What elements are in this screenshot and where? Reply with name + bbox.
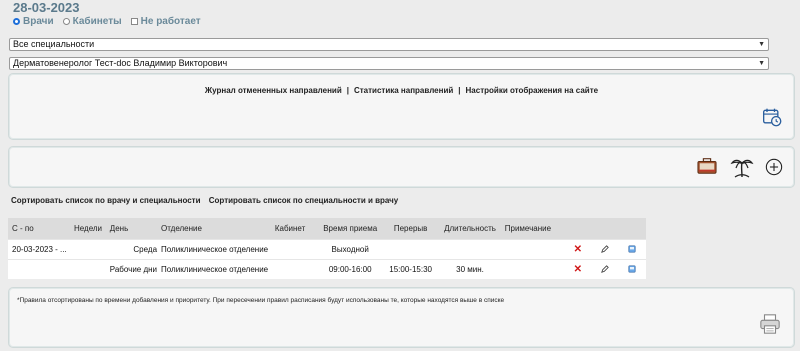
site-display-settings-link[interactable]: Настройки отображения на сайте xyxy=(466,86,599,95)
chevron-down-icon: ▼ xyxy=(758,41,765,48)
row-duration xyxy=(437,239,503,260)
row-break xyxy=(384,239,438,260)
doctors-label: Врачи xyxy=(23,16,54,27)
specialty-select-value: Все специальности xyxy=(13,39,95,49)
col-delete xyxy=(564,218,592,240)
link-separator: | xyxy=(458,86,461,95)
row-weeks xyxy=(71,239,108,260)
sort-by-specialty-link[interactable]: Сортировать список по специальности и вр… xyxy=(209,196,399,205)
row-from xyxy=(8,259,72,279)
doctor-select-value: Дерматовенеролог Тест-doc Владимир Викто… xyxy=(13,58,228,68)
table-row: Рабочие дни Поликлиническое отделение 09… xyxy=(8,259,646,279)
row-time: 09:00-16:00 xyxy=(316,259,385,279)
referral-stats-link[interactable]: Статистика направлений xyxy=(354,86,453,95)
copy-cell xyxy=(618,239,646,260)
toolbar-panel xyxy=(8,146,795,188)
cabinets-radio[interactable] xyxy=(62,18,70,25)
links-row: Журнал отмененных направлений | Статистика… xyxy=(9,86,794,95)
col-copy xyxy=(618,218,646,240)
col-time: Время приема xyxy=(316,218,385,240)
table-row: 20-03-2023 - ... Среда Поликлиническое о… xyxy=(8,239,646,260)
calendar-clock-icon[interactable] xyxy=(762,107,782,127)
row-day: Рабочие дни xyxy=(107,259,160,279)
briefcase-icon[interactable] xyxy=(696,156,718,176)
copy-cell xyxy=(618,259,646,279)
col-note: Примечание xyxy=(502,218,565,240)
row-time: Выходной xyxy=(316,239,385,260)
palm-tree-icon[interactable] xyxy=(730,155,754,179)
mode-switch: Врачи Кабинеты Не работает xyxy=(13,16,206,27)
row-cabinet xyxy=(272,239,317,260)
copy-icon[interactable] xyxy=(628,264,636,273)
col-dept: Отделение xyxy=(159,218,273,240)
sort-links: Сортировать список по врачу и специально… xyxy=(11,196,404,205)
footer-panel: *Правила отсортированы по времени добавл… xyxy=(8,287,795,348)
delete-icon[interactable]: ✕ xyxy=(574,264,582,275)
col-day: День xyxy=(107,218,160,240)
doctor-select[interactable]: Дерматовенеролог Тест-doc Владимир Викто… xyxy=(9,57,769,70)
row-weeks xyxy=(71,259,108,279)
cancelled-referrals-link[interactable]: Журнал отмененных направлений xyxy=(205,86,342,95)
links-panel: Журнал отмененных направлений | Статистика… xyxy=(8,73,795,140)
chevron-down-icon: ▼ xyxy=(758,60,765,67)
row-dept: Поликлиническое отделение xyxy=(159,259,273,279)
col-weeks: Недели xyxy=(71,218,108,240)
table-header-row: С - по Недели День Отделение Кабинет Вре… xyxy=(8,218,646,240)
row-note xyxy=(502,259,565,279)
row-duration: 30 мин. xyxy=(437,259,503,279)
row-break: 15:00-15:30 xyxy=(384,259,438,279)
printer-icon[interactable] xyxy=(759,313,781,335)
col-break: Перерыв xyxy=(384,218,438,240)
sort-by-doctor-link[interactable]: Сортировать список по врачу и специально… xyxy=(11,196,201,205)
col-from: С - по xyxy=(8,218,72,240)
row-from: 20-03-2023 - ... xyxy=(8,239,72,260)
not-working-label: Не работает xyxy=(140,16,201,27)
pencil-icon[interactable] xyxy=(601,244,609,253)
rules-footnote: *Правила отсортированы по времени добавл… xyxy=(17,297,505,304)
pencil-icon[interactable] xyxy=(601,264,609,273)
add-icon[interactable] xyxy=(765,158,783,176)
schedule-table: С - по Недели День Отделение Кабинет Вре… xyxy=(8,218,646,279)
delete-icon[interactable]: ✕ xyxy=(574,244,582,255)
row-day: Среда xyxy=(107,239,160,260)
cabinets-label: Кабинеты xyxy=(72,16,122,27)
delete-cell: ✕ xyxy=(564,259,592,279)
delete-cell: ✕ xyxy=(564,239,592,260)
mode-doctors[interactable]: Врачи xyxy=(13,16,54,27)
link-separator: | xyxy=(346,86,349,95)
mode-cabinets[interactable]: Кабинеты xyxy=(62,16,122,27)
copy-icon[interactable] xyxy=(628,244,636,253)
col-cabinet: Кабинет xyxy=(272,218,317,240)
col-duration: Длительность xyxy=(437,218,503,240)
doctors-radio[interactable] xyxy=(13,18,20,25)
row-note xyxy=(502,239,565,260)
edit-cell xyxy=(591,239,619,260)
mode-not-working[interactable]: Не работает xyxy=(130,16,201,27)
specialty-select[interactable]: Все специальности ▼ xyxy=(9,38,769,51)
not-working-checkbox[interactable] xyxy=(130,18,138,25)
row-dept: Поликлиническое отделение xyxy=(159,239,273,260)
page-date-title: 28-03-2023 xyxy=(13,0,80,15)
col-edit xyxy=(591,218,619,240)
edit-cell xyxy=(591,259,619,279)
row-cabinet xyxy=(272,259,317,279)
